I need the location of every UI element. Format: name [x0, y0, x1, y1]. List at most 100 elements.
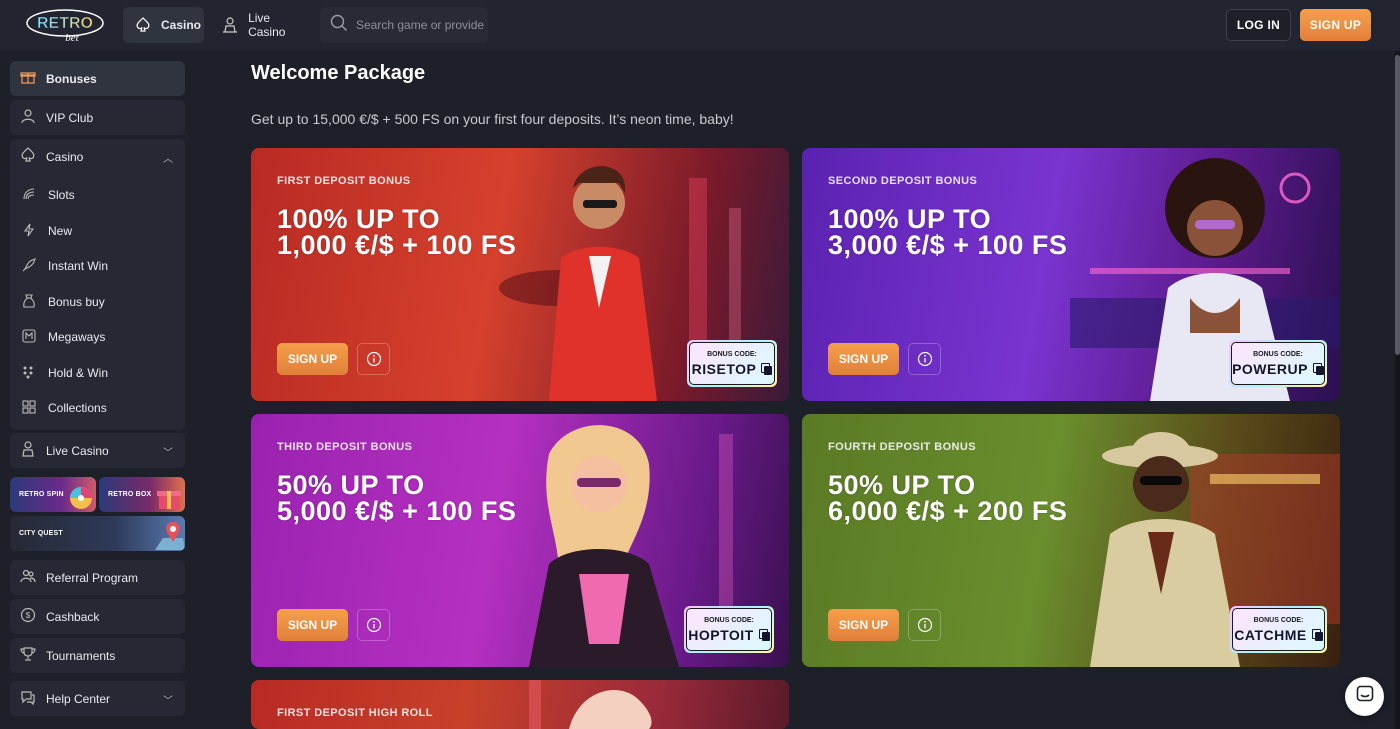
card-signup-button[interactable]: SIGN UP	[828, 609, 899, 641]
sidebar-casino-group: Casino ︿ Slots New Instant Win Bonus buy…	[10, 139, 185, 430]
bonus-code-box[interactable]: BONUS CODE: HOPTOIT	[684, 606, 774, 653]
card-illustration	[489, 680, 789, 729]
sidebar-item-label: Collections	[48, 401, 107, 415]
bonus-code-box[interactable]: BONUS CODE: POWERUP	[1229, 340, 1327, 387]
chevron-down-icon[interactable]: ﹀	[163, 692, 173, 707]
sidebar-item-new[interactable]: New	[22, 219, 72, 243]
sidebar-item-casino[interactable]: Casino ︿	[10, 139, 185, 174]
copy-icon[interactable]	[758, 628, 770, 641]
card-signup-button[interactable]: SIGN UP	[277, 609, 348, 641]
bonus-code-label: BONUS CODE:	[1253, 350, 1303, 358]
sidebar-item-collections[interactable]: Collections	[22, 396, 107, 420]
sidebar-item-vip-club[interactable]: VIP Club	[10, 100, 185, 135]
chat-button[interactable]	[1345, 677, 1384, 716]
bonus-code-box[interactable]: BONUS CODE: RISETOP	[687, 340, 777, 387]
sidebar-item-label: Bonus buy	[48, 295, 105, 309]
sidebar-item-label: Hold & Win	[48, 366, 109, 380]
bonus-card-third[interactable]: THIRD DEPOSIT BONUS 50% UP TO 5,000 €/$ …	[251, 414, 789, 667]
tab-casino[interactable]: Casino	[123, 7, 204, 43]
card-label: FOURTH DEPOSIT BONUS	[828, 441, 976, 453]
card-headline-line1: 50% UP TO	[277, 470, 425, 500]
sidebar-item-tournaments[interactable]: Tournaments	[10, 638, 185, 673]
sidebar-item-help-center[interactable]: Help Center ﹀	[10, 681, 185, 716]
bonus-code-label: BONUS CODE:	[1253, 616, 1304, 624]
bonus-code-box[interactable]: BONUS CODE: CATCHME	[1230, 606, 1327, 653]
map-pin-icon	[153, 520, 185, 551]
retro-bet-logo[interactable]: RETRO bet	[24, 6, 106, 44]
card-label: FIRST DEPOSIT HIGH ROLL	[277, 707, 433, 719]
sidebar-item-label: VIP Club	[46, 110, 94, 125]
vip-icon	[20, 108, 36, 127]
card-headline-line1: 100% UP TO	[828, 204, 992, 234]
search-input[interactable]	[356, 18, 484, 32]
promo-retro-box[interactable]: RETRO BOX	[99, 477, 185, 512]
sidebar-item-label: Slots	[48, 188, 75, 202]
sidebar-item-slots[interactable]: Slots	[22, 183, 75, 207]
sidebar-item-live-casino[interactable]: Live Casino ﹀	[10, 433, 185, 468]
gift-icon	[20, 69, 36, 88]
copy-icon[interactable]	[1311, 628, 1323, 641]
card-signup-button[interactable]: SIGN UP	[828, 343, 899, 375]
svg-text:$: $	[26, 611, 31, 620]
login-button[interactable]: LOG IN	[1226, 9, 1291, 41]
bonus-code-label: BONUS CODE:	[704, 616, 754, 624]
search-icon	[330, 14, 348, 37]
lightning-icon	[22, 223, 36, 240]
sidebar-item-bonuses[interactable]: Bonuses	[10, 61, 185, 96]
signup-button[interactable]: SIGN UP	[1300, 9, 1371, 41]
copy-icon[interactable]	[761, 362, 773, 375]
svg-text:RETRO: RETRO	[37, 15, 93, 32]
sidebar-item-hold-win[interactable]: Hold & Win	[22, 361, 108, 385]
slots-icon	[22, 187, 36, 204]
info-icon[interactable]	[357, 609, 390, 641]
info-icon[interactable]	[908, 343, 941, 375]
dealer-icon	[20, 441, 36, 460]
card-headline-line2: 1,000 €/$ + 100 FS	[277, 230, 517, 260]
copy-icon[interactable]	[1312, 362, 1324, 375]
chevron-up-icon[interactable]: ︿	[163, 150, 173, 165]
info-icon[interactable]	[908, 609, 941, 641]
card-label: THIRD DEPOSIT BONUS	[277, 441, 413, 453]
card-label: FIRST DEPOSIT BONUS	[277, 175, 411, 187]
page-scrollbar[interactable]	[1395, 51, 1400, 729]
card-label: SECOND DEPOSIT BONUS	[828, 175, 978, 187]
info-icon[interactable]	[357, 343, 390, 375]
dealer-icon	[222, 16, 238, 34]
chat-icon	[1356, 685, 1374, 708]
bonus-card-second[interactable]: SECOND DEPOSIT BONUS 100% UP TO 3,000 €/…	[802, 148, 1340, 401]
card-headline: 50% UP TO 6,000 €/$ + 200 FS	[828, 472, 1067, 525]
page-subtitle: Get up to 15,000 €/$ + 500 FS on your fi…	[251, 111, 734, 127]
sidebar-item-bonus-buy[interactable]: Bonus buy	[22, 290, 105, 314]
sidebar-item-label: Help Center	[46, 691, 111, 706]
sidebar-item-referral-program[interactable]: Referral Program	[10, 560, 185, 595]
scrollbar-thumb[interactable]	[1395, 55, 1400, 355]
sidebar-item-label: Casino	[46, 149, 84, 164]
promo-city-quest[interactable]: CITY QUEST	[10, 516, 185, 551]
promo-retro-spin[interactable]: RETRO SPIN	[10, 477, 96, 512]
sidebar-item-instant-win[interactable]: Instant Win	[22, 254, 108, 278]
tab-casino-label: Casino	[161, 18, 202, 32]
sidebar-item-cashback[interactable]: $ Cashback	[10, 599, 185, 634]
spade-icon	[20, 147, 36, 166]
sidebar-item-label: Bonuses	[46, 71, 97, 86]
bonus-code: HOPTOIT	[688, 626, 754, 643]
bonus-card-high-roll[interactable]: FIRST DEPOSIT HIGH ROLL	[251, 680, 789, 729]
card-headline-line2: 3,000 €/$ + 100 FS	[828, 230, 1068, 260]
promo-label: RETRO SPIN	[19, 491, 64, 498]
sidebar-item-megaways[interactable]: Megaways	[22, 325, 105, 349]
bonus-card-fourth[interactable]: FOURTH DEPOSIT BONUS 50% UP TO 6,000 €/$…	[802, 414, 1340, 667]
tab-live-casino[interactable]: Live Casino	[210, 7, 316, 43]
card-headline-line2: 5,000 €/$ + 100 FS	[277, 496, 517, 526]
sidebar-item-label: New	[48, 224, 73, 238]
gift-box-icon	[155, 483, 183, 512]
top-bar: RETRO bet Casino Live Casino LOG IN SIGN…	[0, 0, 1400, 51]
sidebar-item-label: Tournaments	[46, 648, 116, 663]
wheel-icon	[68, 485, 94, 512]
cashback-icon: $	[20, 607, 36, 626]
card-signup-button[interactable]: SIGN UP	[277, 343, 348, 375]
bonus-card-first[interactable]: FIRST DEPOSIT BONUS 100% UP TO 1,000 €/$…	[251, 148, 789, 401]
chevron-down-icon[interactable]: ﹀	[163, 444, 173, 459]
bag-icon	[22, 293, 36, 311]
search-box[interactable]	[320, 7, 488, 43]
bonus-code: RISETOP	[691, 360, 757, 377]
